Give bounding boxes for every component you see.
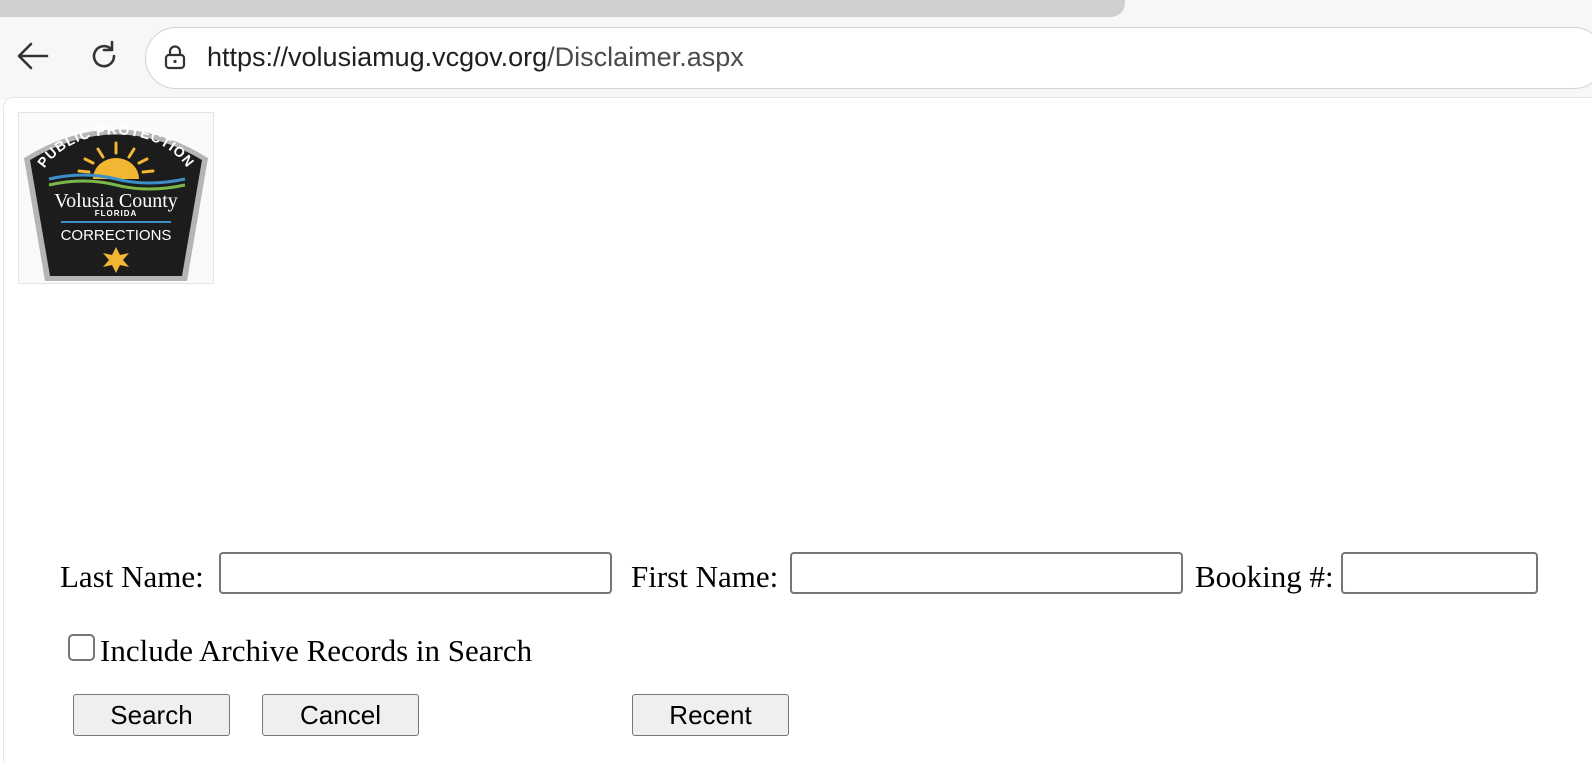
archive-records-label: Include Archive Records in Search — [100, 633, 533, 668]
archive-records-checkbox[interactable] — [68, 634, 95, 661]
last-name-input[interactable] — [219, 552, 612, 594]
booking-number-input[interactable] — [1341, 552, 1538, 594]
last-name-label: Last Name: — [60, 559, 204, 594]
corrections-badge-icon: PUBLIC PROTECTION Volusia County FLORIDA… — [24, 121, 208, 281]
reload-button[interactable] — [84, 36, 124, 76]
cancel-button[interactable]: Cancel — [262, 694, 419, 736]
back-arrow-icon — [17, 42, 49, 70]
recent-button[interactable]: Recent — [632, 694, 789, 736]
corrections-logo: PUBLIC PROTECTION Volusia County FLORIDA… — [18, 112, 214, 284]
browser-chrome: https://volusiamug.vcgov.org/Disclaimer.… — [0, 0, 1592, 100]
address-bar-url[interactable]: https://volusiamug.vcgov.org/Disclaimer.… — [207, 41, 744, 73]
lock-icon[interactable] — [162, 44, 188, 70]
url-host: https://volusiamug.vcgov.org — [207, 42, 548, 72]
reload-icon — [92, 40, 116, 68]
booking-number-label: Booking #: — [1195, 559, 1334, 594]
first-name-input[interactable] — [790, 552, 1183, 594]
badge-state-text: FLORIDA — [95, 209, 138, 218]
back-button[interactable] — [13, 36, 53, 76]
badge-department-text: CORRECTIONS — [61, 227, 172, 244]
search-button[interactable]: Search — [73, 694, 230, 736]
url-path: /Disclaimer.aspx — [547, 42, 744, 72]
tab-strip — [0, 0, 1125, 17]
first-name-label: First Name: — [631, 559, 779, 594]
